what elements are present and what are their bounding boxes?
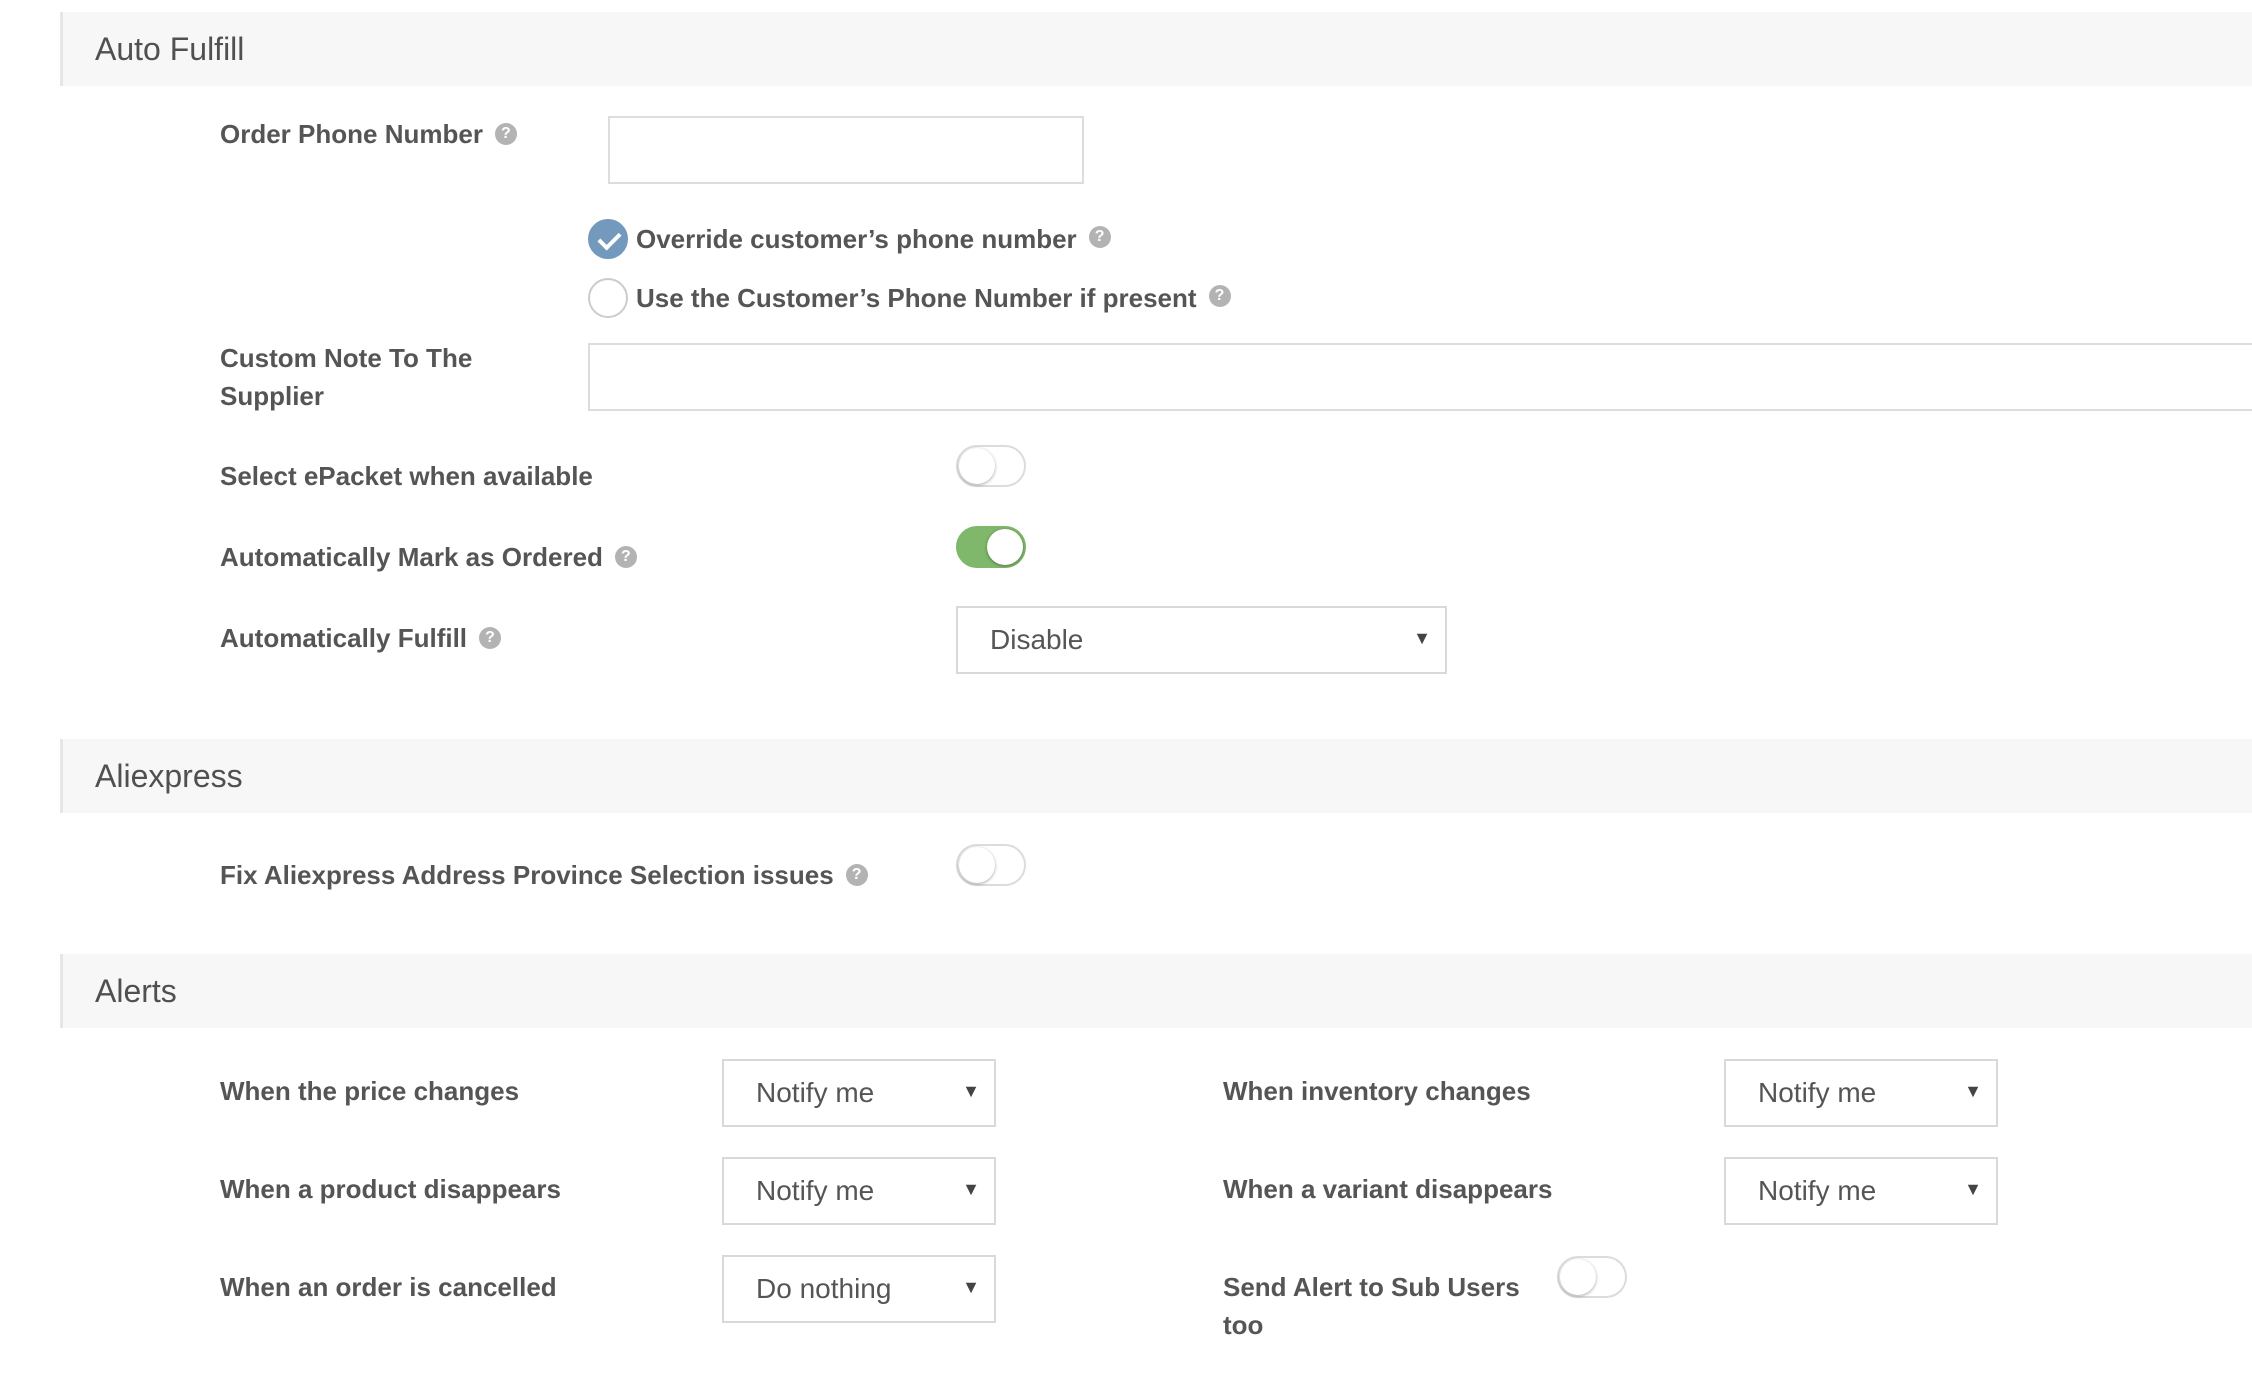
chevron-down-icon: ▼: [1413, 628, 1431, 648]
select-value: Notify me: [756, 1175, 875, 1206]
sub-users-toggle[interactable]: [1557, 1256, 1627, 1298]
variant-disappears-select[interactable]: Notify me ▼: [1724, 1157, 1998, 1225]
use-customer-phone-radio[interactable]: [588, 278, 628, 318]
section-title: Aliexpress: [95, 758, 243, 794]
aliexpress-section-header: Aliexpress: [60, 739, 2252, 813]
help-icon[interactable]: ?: [1208, 285, 1231, 307]
help-icon[interactable]: ?: [479, 627, 502, 650]
chevron-down-icon: ▼: [962, 1277, 980, 1297]
order-phone-label: Order Phone Number?: [220, 115, 517, 153]
select-value: Notify me: [756, 1077, 875, 1108]
toggle-knob: [959, 448, 995, 484]
order-phone-input[interactable]: [608, 116, 1084, 184]
order-cancelled-label: When an order is cancelled: [220, 1272, 557, 1302]
auto-fulfill-label: Automatically Fulfill?: [220, 619, 502, 657]
select-value: Notify me: [1758, 1175, 1877, 1206]
auto-fulfill-section-header: Auto Fulfill: [60, 12, 2252, 86]
use-customer-phone-label: Use the Customer’s Phone Number if prese…: [636, 282, 1197, 313]
chevron-down-icon: ▼: [962, 1081, 980, 1101]
inventory-changes-select[interactable]: Notify me ▼: [1724, 1059, 1998, 1127]
help-icon[interactable]: ?: [1088, 226, 1111, 248]
toggle-knob: [959, 847, 995, 883]
select-value: Notify me: [1758, 1077, 1877, 1108]
fix-province-label: Fix Aliexpress Address Province Selectio…: [220, 856, 868, 894]
epacket-label: Select ePacket when available: [220, 461, 593, 491]
settings-page: Auto Fulfill Order Phone Number? Overrid…: [0, 0, 2252, 1398]
select-value: Do nothing: [756, 1273, 892, 1304]
mark-ordered-label-text: Automatically Mark as Ordered: [220, 542, 603, 572]
auto-fulfill-select[interactable]: Disable ▼: [956, 606, 1447, 674]
toggle-knob: [987, 529, 1023, 565]
override-phone-label: Override customer’s phone number: [636, 223, 1077, 254]
fix-province-toggle[interactable]: [956, 844, 1026, 886]
fix-province-label-text: Fix Aliexpress Address Province Selectio…: [220, 860, 834, 890]
toggle-knob: [1560, 1259, 1596, 1295]
section-title: Alerts: [95, 973, 177, 1009]
chevron-down-icon: ▼: [962, 1179, 980, 1199]
alerts-section-header: Alerts: [60, 954, 2252, 1028]
order-phone-label-text: Order Phone Number: [220, 119, 483, 149]
override-phone-radio[interactable]: [588, 219, 628, 259]
chevron-down-icon: ▼: [1964, 1081, 1982, 1101]
mark-ordered-label: Automatically Mark as Ordered?: [220, 538, 637, 576]
auto-fulfill-label-text: Automatically Fulfill: [220, 623, 468, 653]
price-changes-label: When the price changes: [220, 1076, 520, 1106]
price-changes-select[interactable]: Notify me ▼: [722, 1059, 996, 1127]
epacket-toggle[interactable]: [956, 445, 1026, 487]
order-cancelled-select[interactable]: Do nothing ▼: [722, 1255, 996, 1323]
help-icon[interactable]: ?: [614, 546, 637, 569]
select-value: Disable: [990, 624, 1084, 655]
custom-note-input[interactable]: [588, 343, 2252, 411]
mark-ordered-toggle[interactable]: [956, 526, 1026, 568]
inventory-changes-label: When inventory changes: [1223, 1076, 1531, 1106]
variant-disappears-label: When a variant disappears: [1223, 1174, 1553, 1204]
help-icon[interactable]: ?: [845, 864, 868, 887]
sub-users-label: Send Alert to Sub Users too: [1223, 1272, 1520, 1340]
product-disappears-label: When a product disappears: [220, 1174, 561, 1204]
custom-note-label: Custom Note To The Supplier: [220, 343, 473, 411]
help-icon[interactable]: ?: [494, 123, 517, 146]
section-title: Auto Fulfill: [95, 31, 245, 67]
override-phone-option[interactable]: Override customer’s phone number ?: [588, 217, 1111, 261]
chevron-down-icon: ▼: [1964, 1179, 1982, 1199]
product-disappears-select[interactable]: Notify me ▼: [722, 1157, 996, 1225]
use-customer-phone-option[interactable]: Use the Customer’s Phone Number if prese…: [588, 276, 1231, 320]
